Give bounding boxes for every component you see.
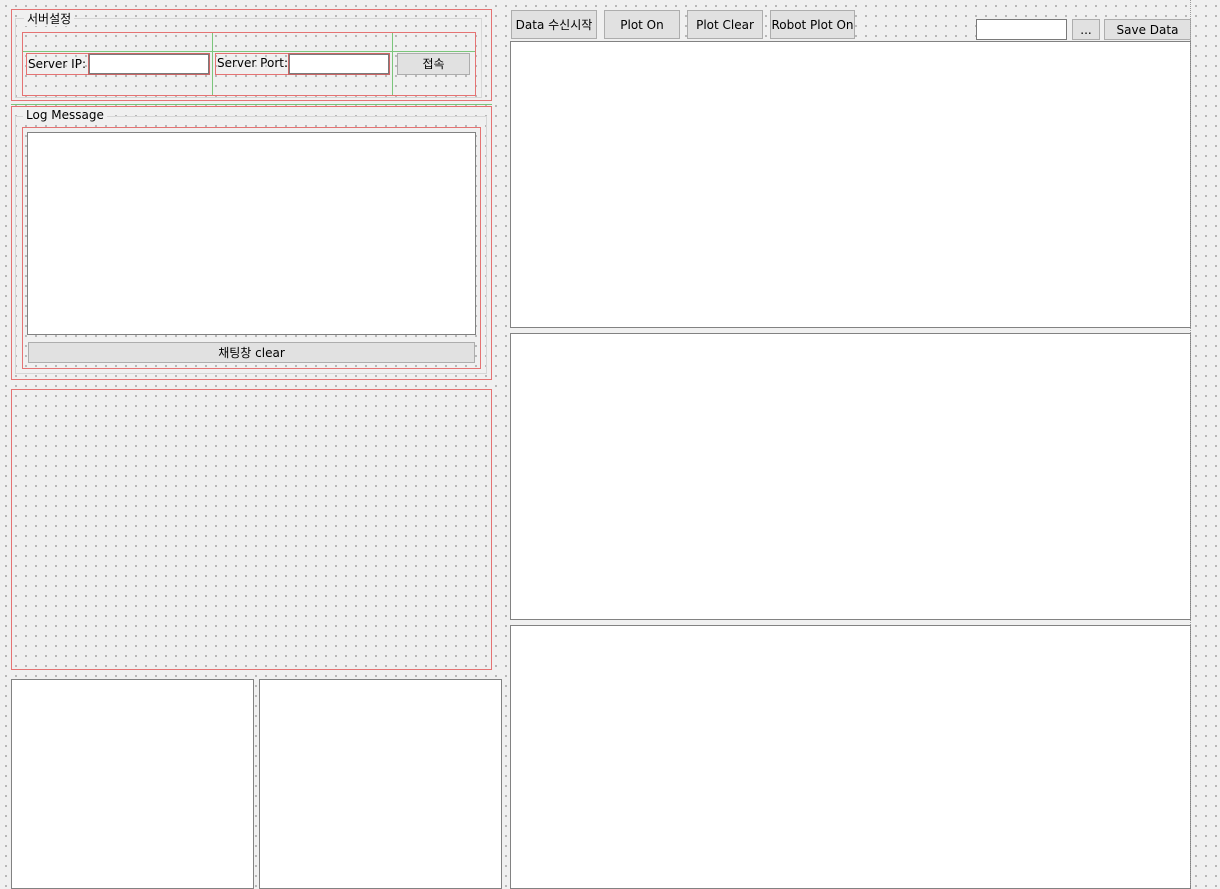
connect-button[interactable]: 접속 — [397, 53, 470, 75]
layout-guide-v2 — [392, 33, 393, 95]
layout-guide-v1 — [212, 33, 213, 95]
plot-panel-1[interactable] — [510, 41, 1191, 328]
server-port-input[interactable] — [288, 53, 390, 75]
server-settings-title: 서버설정 — [24, 12, 75, 26]
bottom-right-panel — [259, 679, 502, 889]
form-right-edge — [1190, 0, 1191, 885]
save-data-button[interactable]: Save Data — [1104, 19, 1191, 40]
empty-widget-area — [11, 389, 492, 670]
plot-panel-3[interactable] — [510, 625, 1191, 889]
browse-button[interactable]: ... — [1072, 19, 1100, 40]
layout-guide-h — [23, 51, 475, 52]
clear-chat-button[interactable]: 채팅창 clear — [28, 342, 475, 363]
plot-clear-button[interactable]: Plot Clear — [687, 10, 763, 39]
server-ip-label: Server IP: — [28, 57, 86, 71]
server-port-label: Server Port: — [217, 56, 288, 70]
robot-plot-on-button[interactable]: Robot Plot On — [770, 10, 855, 39]
section-divider — [11, 104, 492, 105]
bottom-left-panel — [11, 679, 254, 889]
data-receive-start-button[interactable]: Data 수신시작 — [511, 10, 597, 39]
file-path-input[interactable] — [976, 19, 1067, 40]
plot-on-button[interactable]: Plot On — [604, 10, 680, 39]
server-ip-input[interactable] — [88, 53, 210, 75]
log-textarea[interactable] — [27, 132, 476, 335]
plot-panel-2[interactable] — [510, 333, 1191, 620]
log-title: Log Message — [23, 108, 107, 122]
